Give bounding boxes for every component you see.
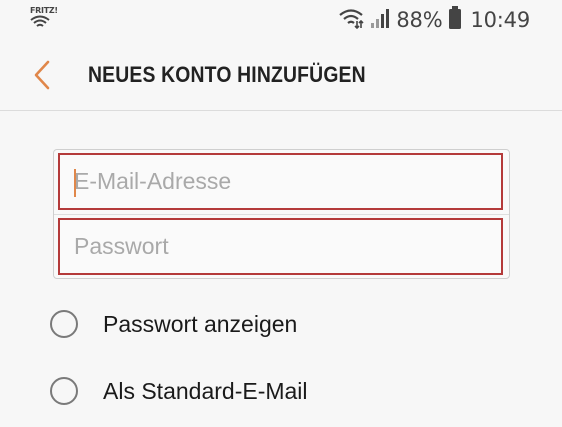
app-header: NEUES KONTO HINZUFÜGEN	[0, 40, 562, 111]
wifi-icon	[338, 7, 364, 34]
field-divider	[54, 214, 509, 215]
status-icons: 88% 10:49	[338, 5, 530, 35]
screen: FRITZ! 88% 10:49 NEUES KONTO HINZUFÜGEN …	[0, 0, 562, 427]
password-input[interactable]	[60, 220, 501, 273]
fritz-wifi-icon: FRITZ!	[30, 6, 58, 30]
chevron-left-icon	[34, 60, 50, 90]
signal-icon	[370, 7, 390, 34]
battery-percent: 88%	[396, 8, 443, 32]
default-email-radio[interactable]	[50, 377, 78, 405]
email-input[interactable]	[60, 155, 501, 208]
clock: 10:49	[470, 8, 530, 32]
show-password-option[interactable]: Passwort anzeigen	[50, 306, 297, 342]
battery-icon	[448, 5, 462, 35]
default-email-label: Als Standard-E-Mail	[103, 377, 308, 404]
default-email-option[interactable]: Als Standard-E-Mail	[50, 373, 308, 409]
show-password-label: Passwort anzeigen	[103, 310, 298, 337]
status-bar: FRITZ! 88% 10:49	[0, 0, 562, 40]
email-field[interactable]	[58, 153, 503, 210]
show-password-radio[interactable]	[50, 310, 78, 338]
page-title: NEUES KONTO HINZUFÜGEN	[88, 62, 366, 87]
account-form	[53, 149, 510, 279]
carrier-logo: FRITZ!	[30, 6, 58, 15]
text-cursor	[74, 169, 76, 197]
password-field[interactable]	[58, 218, 503, 275]
back-button[interactable]	[28, 58, 58, 92]
